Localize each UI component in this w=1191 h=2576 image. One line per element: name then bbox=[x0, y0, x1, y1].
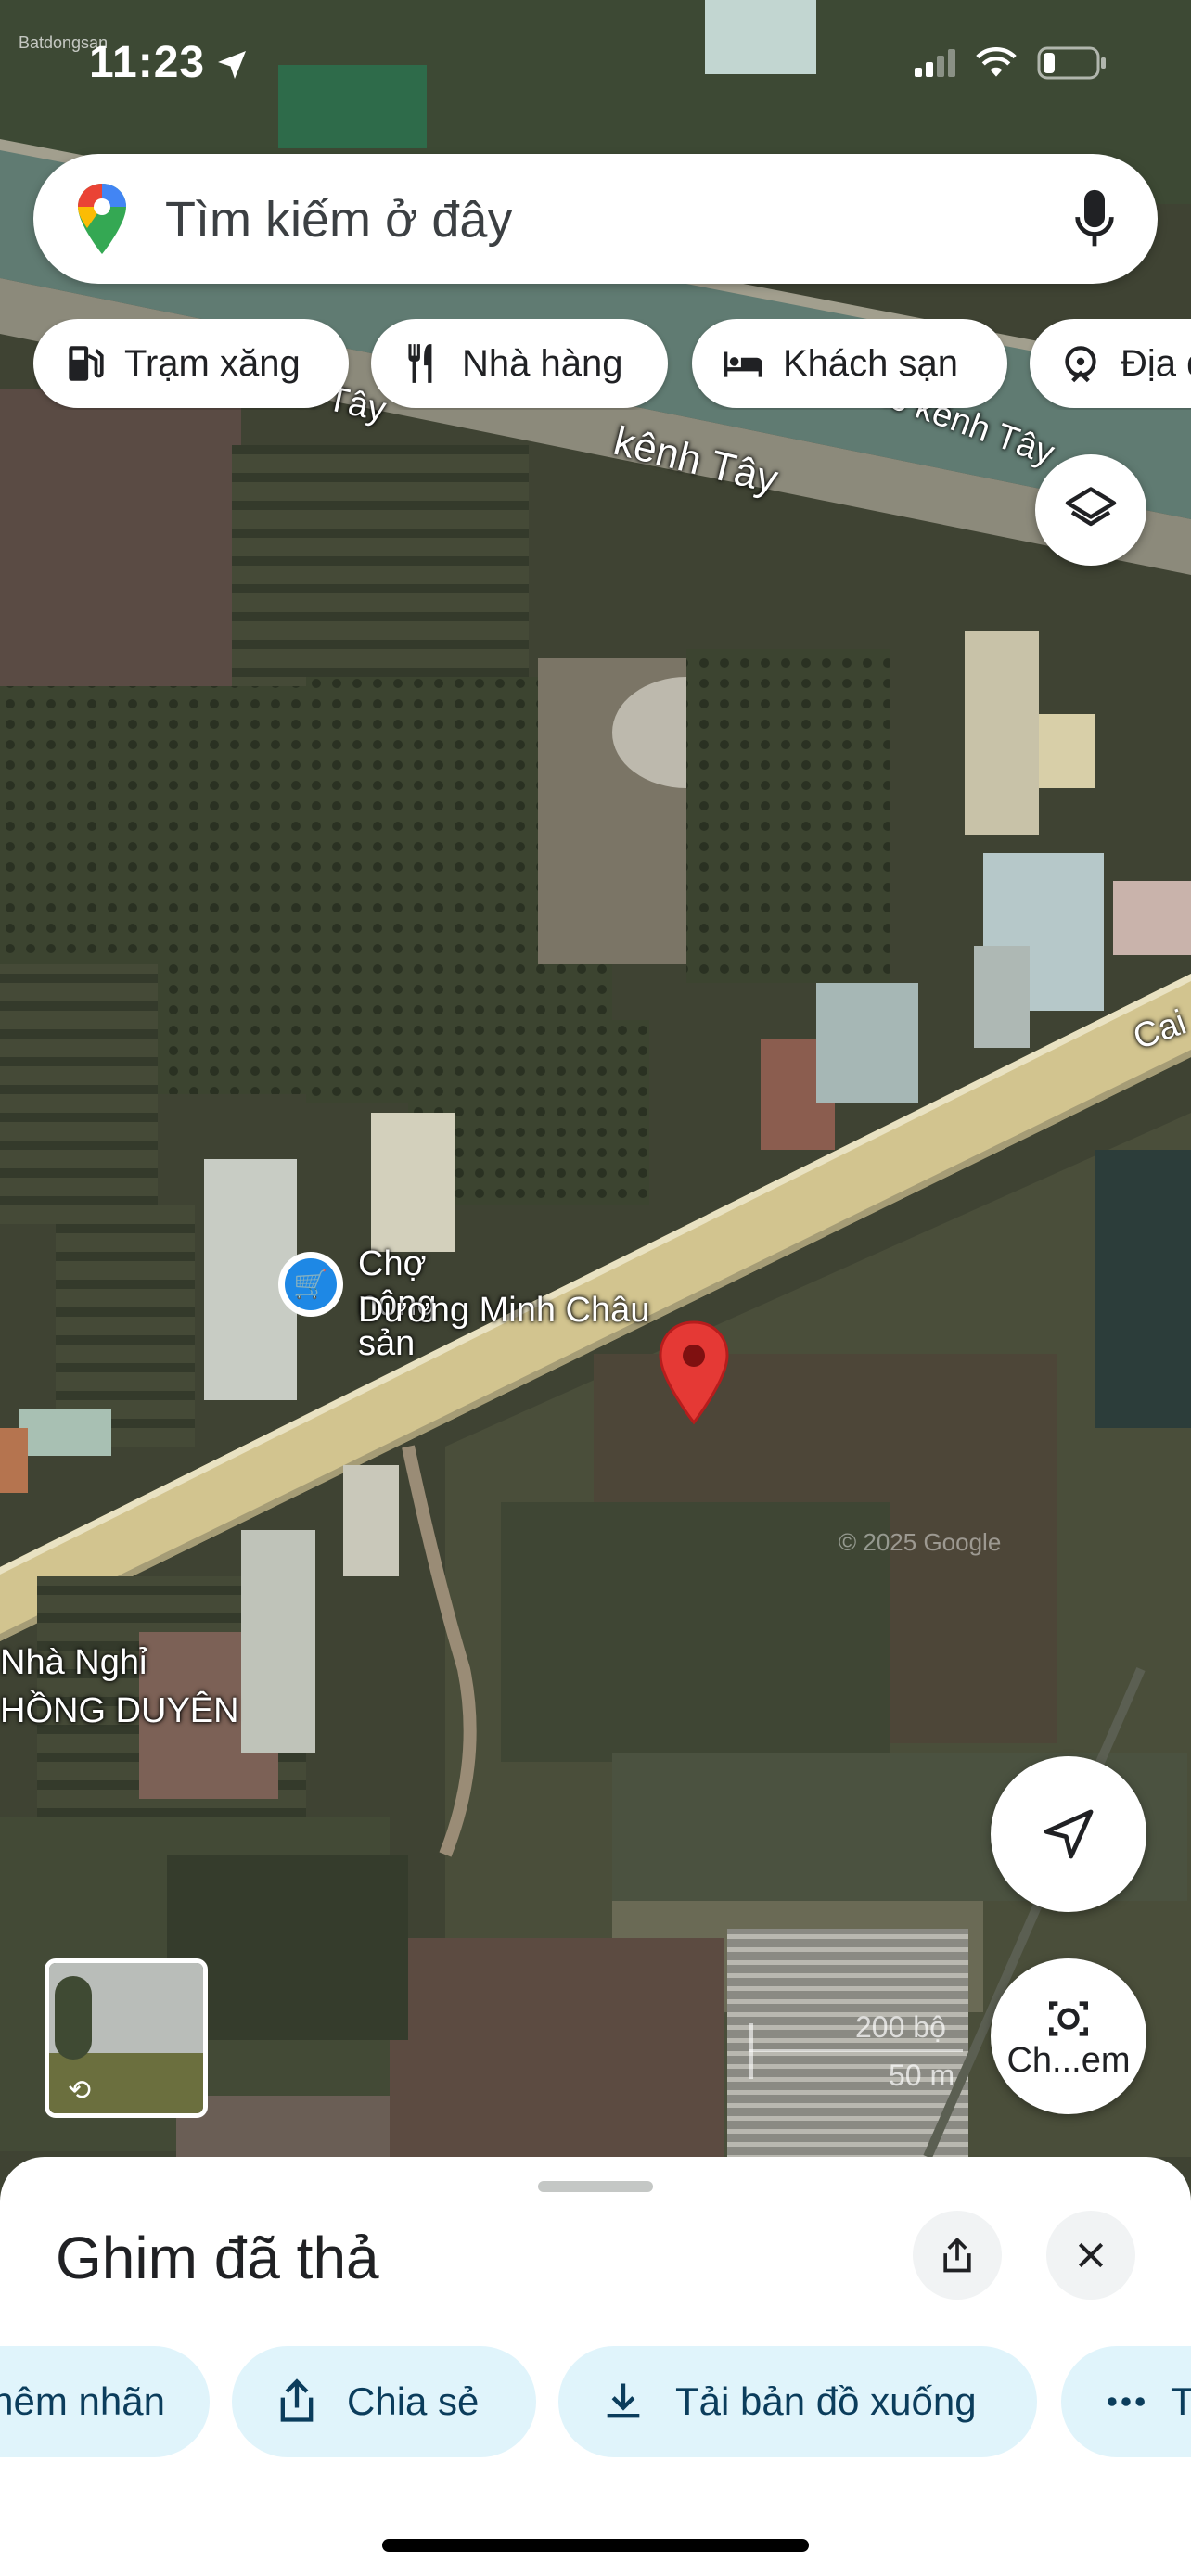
navigation-arrow-icon bbox=[1044, 1809, 1094, 1859]
360-rotate-icon: ⟲ bbox=[68, 2075, 92, 2106]
hotel-icon bbox=[724, 351, 762, 377]
lens-button[interactable]: Ch...em bbox=[991, 1958, 1146, 2114]
more-button[interactable]: Thêm bbox=[1061, 2346, 1191, 2457]
guesthouse-name-line1[interactable]: Nhà Nghỉ bbox=[0, 1643, 147, 1683]
share-icon bbox=[280, 2378, 314, 2422]
chip-label: Địa điểm bbox=[1121, 342, 1191, 384]
category-chips: Trạm xăng Nhà hàng Khách sạn Địa điểm bbox=[33, 319, 1191, 410]
camera-lens-icon bbox=[1049, 2000, 1088, 2036]
layers-icon bbox=[1065, 487, 1117, 527]
download-text: Tải bản đồ xuống bbox=[675, 2379, 977, 2423]
chip-label: Nhà hàng bbox=[462, 342, 623, 384]
close-icon bbox=[1078, 2242, 1104, 2268]
location-arrow-icon bbox=[218, 51, 246, 79]
sheet-drag-handle[interactable] bbox=[538, 2181, 653, 2192]
status-bar: Batdongsan 11:23 bbox=[0, 0, 1191, 130]
attraction-icon bbox=[1065, 346, 1096, 383]
google-maps-logo-icon bbox=[78, 184, 126, 254]
battery-icon bbox=[1037, 46, 1106, 80]
scale-feet: 200 bộ bbox=[855, 2010, 946, 2044]
chip-hotel[interactable]: Khách sạn bbox=[692, 319, 1007, 408]
action-buttons-row: Thêm nhãn Chia sẻ Tải bản đồ xuống Thêm bbox=[0, 2346, 1191, 2461]
guesthouse-name-line2[interactable]: HỒNG DUYÊN bbox=[0, 1691, 239, 1731]
wifi-icon bbox=[976, 47, 1017, 77]
chip-restaurant[interactable]: Nhà hàng bbox=[371, 319, 668, 408]
lens-button-label: Ch...em bbox=[1006, 2040, 1131, 2080]
scale-bar: 200 bộ 50 m bbox=[749, 2010, 972, 2103]
chip-label: Trạm xăng bbox=[124, 342, 301, 384]
download-icon bbox=[607, 2383, 640, 2418]
status-time: 11:23 bbox=[89, 38, 206, 87]
search-bar[interactable]: Tìm kiếm ở đây bbox=[33, 154, 1158, 284]
signal-icon bbox=[915, 49, 955, 77]
sheet-title: Ghim đã thả bbox=[56, 2225, 379, 2291]
street-view-thumbnail[interactable]: ⟲ bbox=[45, 1958, 208, 2118]
shopping-cart-icon: 🛒 bbox=[278, 1252, 343, 1317]
add-label-text: Thêm nhãn bbox=[0, 2379, 165, 2423]
more-text: Thêm bbox=[1171, 2379, 1191, 2423]
share-button[interactable]: Chia sẻ bbox=[232, 2346, 536, 2457]
share-icon bbox=[943, 2237, 971, 2273]
chip-gas-station[interactable]: Trạm xăng bbox=[33, 319, 349, 408]
add-label-button[interactable]: Thêm nhãn bbox=[0, 2346, 210, 2457]
close-button[interactable] bbox=[1046, 2211, 1135, 2300]
gas-station-icon bbox=[69, 346, 104, 381]
chip-attraction[interactable]: Địa điểm bbox=[1030, 319, 1191, 408]
restaurant-icon bbox=[408, 344, 432, 383]
layers-button[interactable] bbox=[1035, 454, 1146, 566]
search-placeholder: Tìm kiếm ở đây bbox=[165, 192, 513, 248]
home-indicator[interactable] bbox=[382, 2539, 809, 2552]
share-sheet-button[interactable] bbox=[913, 2211, 1002, 2300]
share-text: Chia sẻ bbox=[347, 2379, 480, 2423]
scale-meters: 50 m bbox=[889, 2059, 955, 2092]
more-icon bbox=[1108, 2397, 1145, 2406]
download-map-button[interactable]: Tải bản đồ xuống bbox=[558, 2346, 1037, 2457]
bottom-sheet: Ghim đã thả Thêm nhãn Chia sẻ Tải bả bbox=[0, 2157, 1191, 2576]
dropped-pin-icon[interactable] bbox=[657, 1319, 731, 1426]
my-location-button[interactable] bbox=[991, 1756, 1146, 1912]
chip-label: Khách sạn bbox=[783, 342, 959, 384]
microphone-icon[interactable] bbox=[1074, 187, 1115, 250]
copyright-label: © 2025 Google bbox=[839, 1528, 1002, 1556]
